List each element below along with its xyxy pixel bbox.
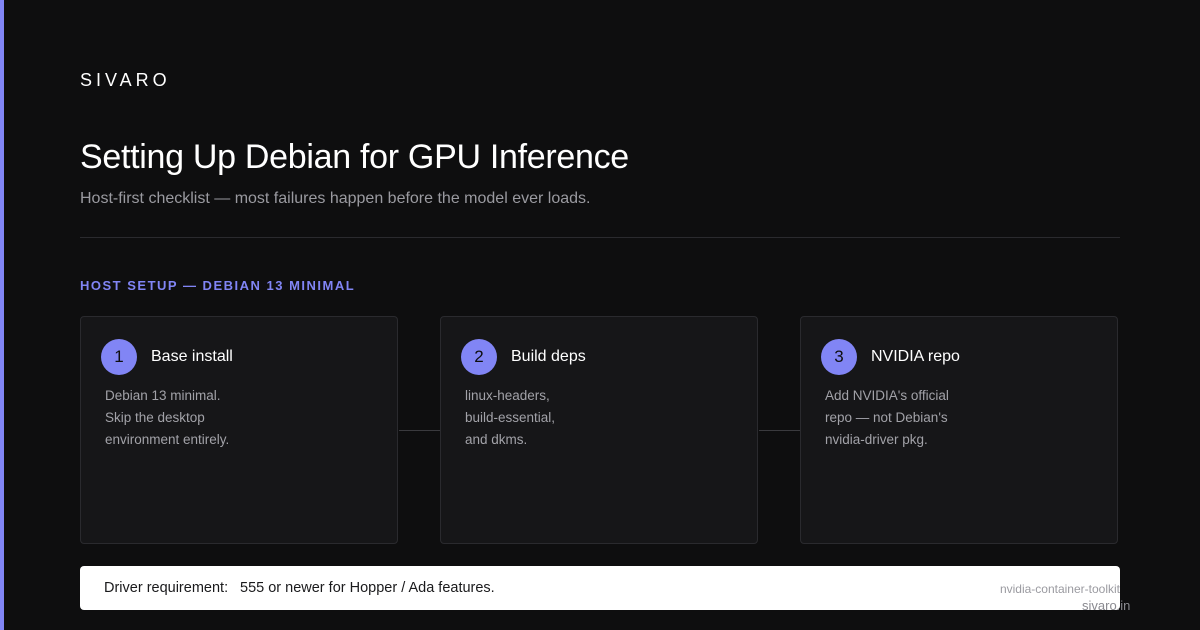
step-connector bbox=[399, 430, 441, 431]
page-title: Setting Up Debian for GPU Inference bbox=[80, 138, 629, 176]
brand-logo: SIVARO bbox=[80, 70, 171, 90]
step-description-line: environment entirely. bbox=[105, 432, 230, 447]
step-description-line: Add NVIDIA's official bbox=[825, 388, 949, 403]
step-description-line: nvidia-driver pkg. bbox=[825, 432, 928, 447]
step-description: Debian 13 minimal. Skip the desktop envi… bbox=[105, 385, 229, 451]
step-description: Add NVIDIA's official repo — not Debian'… bbox=[825, 385, 949, 451]
step-card-3: 3 NVIDIA repo Add NVIDIA's official repo… bbox=[800, 316, 1118, 544]
step-number-badge: 1 bbox=[101, 339, 137, 375]
page-subtitle: Host-first checklist — most failures hap… bbox=[80, 190, 591, 207]
step-number-badge: 3 bbox=[821, 339, 857, 375]
step-card-1: 1 Base install Debian 13 minimal. Skip t… bbox=[80, 316, 398, 544]
driver-requirement-label: Driver requirement: bbox=[104, 580, 229, 596]
step-description-line: repo — not Debian's bbox=[825, 410, 948, 425]
driver-requirement-value: 555 or newer for Hopper / Ada features. bbox=[240, 580, 495, 596]
step-title: Build deps bbox=[511, 348, 586, 365]
step-description-line: Debian 13 minimal. bbox=[105, 388, 221, 403]
divider bbox=[80, 237, 1120, 238]
step-card-2: 2 Build deps linux-headers, build-essent… bbox=[440, 316, 758, 544]
toolkit-tag: nvidia-container-toolkit bbox=[999, 582, 1120, 596]
step-description-line: Skip the desktop bbox=[105, 410, 205, 425]
step-description-line: linux-headers, bbox=[465, 388, 550, 403]
step-description-line: build-essential, bbox=[465, 410, 556, 425]
step-description: linux-headers, build-essential, and dkms… bbox=[465, 385, 555, 451]
step-title: NVIDIA repo bbox=[871, 348, 960, 365]
step-number-badge: 2 bbox=[461, 339, 497, 375]
footer-url: sivaro.in bbox=[1082, 598, 1131, 613]
section-label: HOST SETUP — DEBIAN 13 MINIMAL bbox=[80, 278, 356, 293]
accent-bar bbox=[0, 0, 4, 630]
step-connector bbox=[759, 430, 801, 431]
driver-requirement-bar: Driver requirement: 555 or newer for Hop… bbox=[80, 566, 1120, 610]
step-description-line: and dkms. bbox=[465, 432, 528, 447]
step-title: Base install bbox=[151, 348, 233, 365]
